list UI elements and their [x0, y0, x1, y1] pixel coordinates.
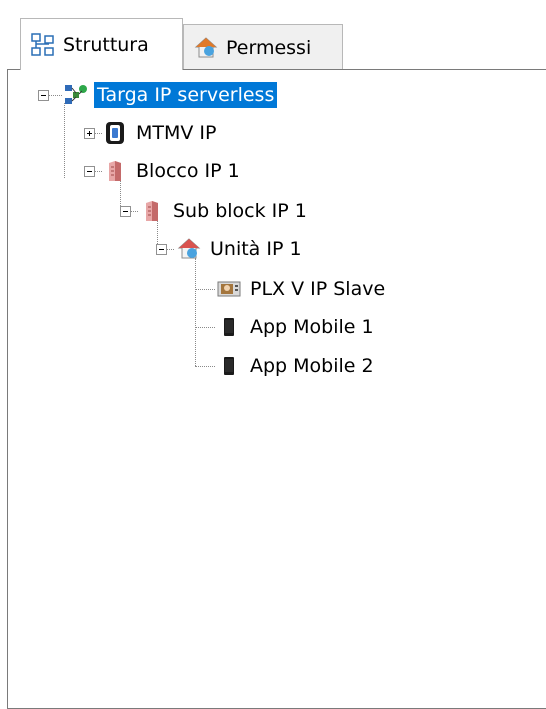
tree-line: [195, 258, 196, 366]
collapse-toggle-root[interactable]: [38, 90, 49, 101]
tree-node-blocco-ip-1[interactable]: Blocco IP 1: [103, 157, 243, 185]
phone-icon: [217, 354, 241, 378]
structure-icon: [31, 32, 54, 56]
tree-node-label: App Mobile 2: [250, 355, 374, 377]
tree-node-plx-v-ip-slave[interactable]: PLX V IP Slave: [217, 275, 388, 303]
expand-toggle-mtmv[interactable]: [84, 128, 95, 139]
tree-node-label: App Mobile 1: [250, 316, 374, 338]
tree-line: [48, 95, 62, 96]
tree-line: [195, 327, 215, 328]
tree-node-mtmv-ip[interactable]: MTMV IP: [103, 119, 220, 147]
tab-struttura-label: Struttura: [63, 33, 149, 56]
mtmv-device-icon: [103, 121, 127, 145]
house-icon: [177, 237, 201, 261]
tree-line: [166, 249, 174, 250]
home-permissions-icon: [194, 36, 218, 57]
tree-node-unita-ip-1[interactable]: Unità IP 1: [177, 235, 305, 263]
tree-node-label: PLX V IP Slave: [250, 278, 386, 300]
collapse-toggle-unita[interactable]: [156, 244, 167, 255]
collapse-toggle-blocco[interactable]: [84, 166, 95, 177]
tree-node-label: MTMV IP: [136, 122, 217, 144]
tab-permessi[interactable]: Permessi: [183, 24, 343, 70]
collapse-toggle-subblock[interactable]: [120, 206, 131, 217]
network-nodes-icon: [64, 83, 88, 107]
tree-line: [195, 289, 215, 290]
building-icon: [140, 199, 164, 223]
tab-permessi-label: Permessi: [226, 36, 312, 59]
tree-node-label: Sub block IP 1: [173, 200, 307, 222]
building-icon: [103, 159, 127, 183]
tab-strip: Struttura Permessi: [0, 0, 546, 70]
tree-line: [130, 211, 138, 212]
tree-node-label: Targa IP serverless: [94, 82, 278, 108]
tree-node-targa-ip-serverless[interactable]: Targa IP serverless: [64, 81, 278, 109]
tree-node-label: Unità IP 1: [210, 238, 302, 260]
tree-node-app-mobile-2[interactable]: App Mobile 2: [217, 352, 377, 380]
structure-tree: [7, 69, 546, 709]
tree-line: [195, 366, 215, 367]
tree-node-label: Blocco IP 1: [136, 160, 240, 182]
tree-line: [94, 133, 102, 134]
monitor-icon: [217, 277, 241, 301]
tree-line: [64, 103, 65, 178]
tree-node-app-mobile-1[interactable]: App Mobile 1: [217, 313, 377, 341]
tree-line: [94, 171, 102, 172]
phone-icon: [217, 315, 241, 339]
tab-struttura[interactable]: Struttura: [20, 18, 183, 70]
tree-node-sub-block-ip-1[interactable]: Sub block IP 1: [140, 197, 310, 225]
